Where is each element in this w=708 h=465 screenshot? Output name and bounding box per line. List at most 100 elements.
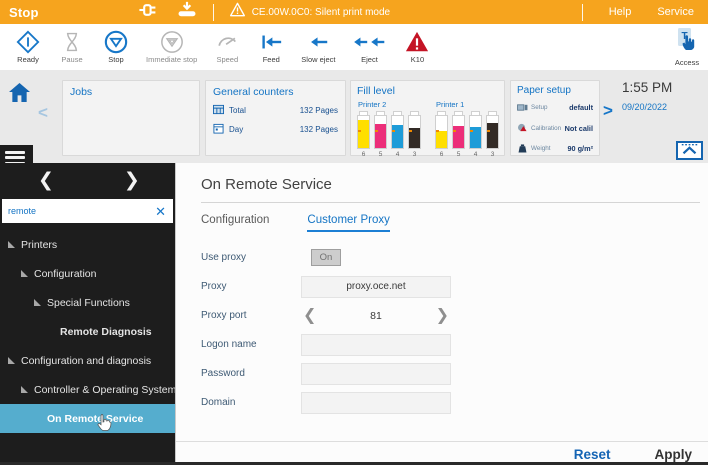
time-display: 1:55 PM [622,80,672,95]
printer-status: Stop [9,5,39,20]
access-hand-icon: T [674,26,700,57]
sidebar-item-label: Controller & Operating System [34,384,176,396]
topbar-divider [213,4,214,21]
toolbar-item-eject[interactable]: Eject [343,25,395,69]
topbar-divider-right [582,4,583,21]
jobs-panel[interactable]: Jobs [62,80,200,156]
total-icon [213,104,229,117]
ink-bottle-yellow: 6 [357,111,370,158]
printer-controller-screen: Stop CE.00W.0C0: Silent print mode Help … [0,0,708,465]
sidebar-item-label: Special Functions [47,297,130,309]
toolbar-item-k10[interactable]: K10 [395,25,439,69]
expand-triangle-icon [8,355,21,367]
toolbar-item-stop[interactable]: Stop [94,25,138,69]
day-icon [213,123,229,136]
tab-bar: Configuration Customer Proxy [201,214,708,232]
counter-row-day: Day132 Pages [213,123,338,136]
feed-icon [259,30,283,54]
nav-forward-arrow[interactable]: ❯ [124,170,140,192]
paper-row-calibration: CalibrationNot calil [517,119,593,137]
domain-field[interactable] [301,392,451,414]
sidebar-item-remote-diagnosis[interactable]: Remote Diagnosis [0,317,175,346]
sidebar-nav-list: Printers Configuration Special Functions Re… [0,230,175,433]
sidebar-item-label: Printers [21,239,57,251]
service-button[interactable]: Service [657,6,694,18]
logon-name-label: Logon name [201,339,301,350]
stop-icon [104,30,128,54]
ink-bottle-black: 3 [408,111,421,158]
ink-bottle-cyan: 4 [469,111,482,158]
toolbar-item-ready[interactable]: Ready [6,25,50,69]
page-title: On Remote Service [201,176,708,193]
reset-button[interactable]: Reset [574,447,611,462]
port-decrement-button[interactable]: ❮ [301,308,318,324]
collapse-dashboard-button[interactable] [676,141,703,160]
sidebar-search-box: ✕ [2,199,173,223]
ink-bottle-magenta: 5 [452,111,465,158]
alert-message: CE.00W.0C0: Silent print mode [252,7,390,18]
sidebar-item-label: On Remote Service [47,413,143,425]
title-divider [201,202,700,203]
sidebar-item-configuration[interactable]: Configuration [0,259,175,288]
general-counters-panel[interactable]: General counters Total132 PagesDay132 Pa… [205,80,346,156]
ink-bottle-black: 3 [486,111,499,158]
toolbar-item-pause[interactable]: Pause [50,25,94,69]
sidebar-item-on-remote-service[interactable]: On Remote Service [0,404,175,433]
toolbar-item-slow-eject[interactable]: Slow eject [293,25,343,69]
dashboard-scroll-right[interactable]: > [603,101,613,121]
warning-triangle-icon [229,2,246,22]
proxy-field[interactable] [301,276,451,298]
use-proxy-toggle[interactable]: On [311,249,341,266]
toolbar-item-feed[interactable]: Feed [249,25,293,69]
main-content: On Remote Service Configuration Customer … [175,163,708,465]
immediate-stop-icon [160,30,184,54]
home-icon[interactable] [8,82,31,108]
counter-row-total: Total132 Pages [213,104,338,117]
sidebar-item-special-functions[interactable]: Special Functions [0,288,175,317]
ink-bottle-yellow: 6 [435,111,448,158]
ink-bottle-cyan: 4 [391,111,404,158]
paper-row-setup: Setupdefault [517,99,593,117]
search-input[interactable] [2,206,148,216]
fill-level-panel[interactable]: Fill level Printer 26543Printer 16543 [350,80,505,156]
proxy-port-stepper: ❮ 81 ❯ [301,308,451,324]
sidebar-item-controller-operating-system[interactable]: Controller & Operating System [0,375,175,404]
clear-search-icon[interactable]: ✕ [155,205,166,218]
setup-icon [517,99,531,117]
fill-group-printer-2: Printer 26543 [357,98,421,158]
k10-icon [405,30,429,54]
paper-setup-title: Paper setup [517,85,593,96]
jobs-title: Jobs [70,86,192,98]
sidebar-item-printers[interactable]: Printers [0,230,175,259]
password-field[interactable] [301,363,451,385]
logon-name-field[interactable] [301,334,451,356]
clock-panel: 1:55 PM 09/20/2022 [622,80,672,112]
password-label: Password [201,368,301,379]
expand-triangle-icon [21,268,34,280]
fill-level-title: Fill level [357,85,498,97]
ink-bottle-magenta: 5 [374,111,387,158]
fill-group-printer-1: Printer 1 6543 [435,98,499,158]
apply-button[interactable]: Apply [654,447,692,462]
sidebar-item-label: Configuration [34,268,96,280]
toolbar-item-immediate-stop[interactable]: Immediate stop [138,25,205,69]
port-increment-button[interactable]: ❯ [434,308,451,324]
sidebar: ❮ ❯ ✕ Printers Configuration Special Funct… [0,163,175,465]
expand-triangle-icon [34,297,47,309]
nav-back-arrow[interactable]: ❮ [38,170,54,192]
access-label: Access [675,58,699,67]
paper-setup-panel[interactable]: Paper setup Setupdefault CalibrationNot c… [510,80,600,156]
printer-label: Printer 1 [436,100,499,109]
toolbar-item-speed[interactable]: Speed [205,25,249,69]
help-button[interactable]: Help [609,6,632,18]
access-button[interactable]: T Access [674,26,700,67]
output-tray-icon[interactable] [176,1,198,23]
proxy-label: Proxy [201,281,301,292]
expand-triangle-icon [8,239,21,251]
tab-configuration[interactable]: Configuration [201,214,269,232]
sidebar-item-configuration-and-diagnosis[interactable]: Configuration and diagnosis [0,346,175,375]
tab-customer-proxy[interactable]: Customer Proxy [307,214,389,232]
toolbar: ReadyPauseStopImmediate stopSpeedFeedSlo… [0,24,708,70]
connector-plug-icon[interactable] [137,2,161,23]
dashboard-scroll-left[interactable]: < [38,103,48,123]
